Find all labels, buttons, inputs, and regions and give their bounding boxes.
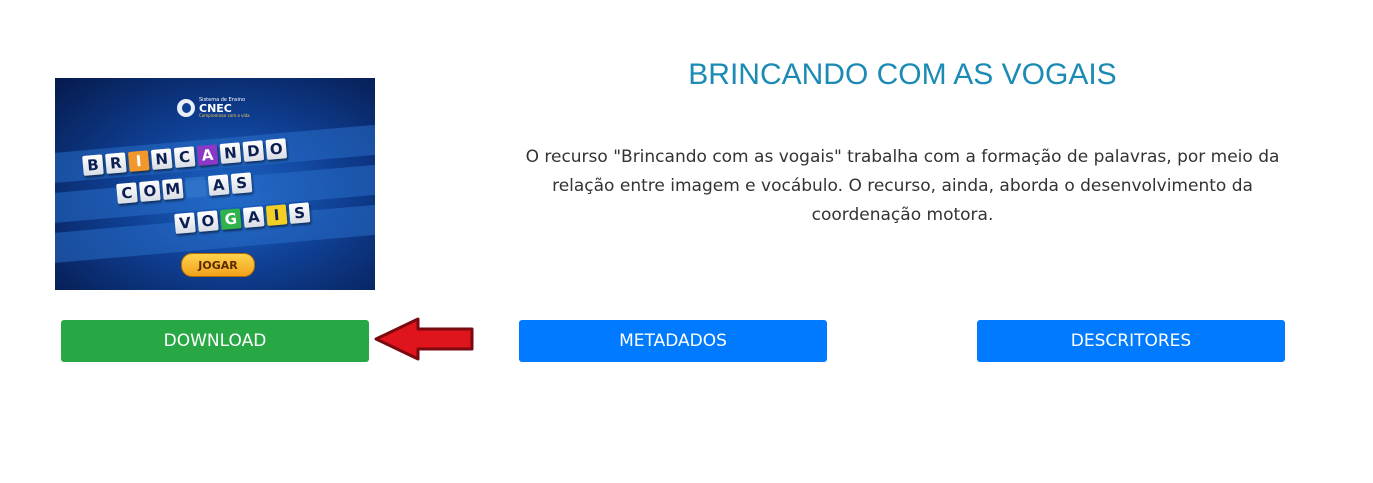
letter-tile: V xyxy=(174,212,196,234)
arrow-left-icon xyxy=(374,317,474,361)
cnec-logo: Sistema de Ensino CNEC Compromisso com a… xyxy=(177,98,250,118)
resource-title: BRINCANDO COM AS VOGAIS xyxy=(688,58,1117,91)
descriptors-button[interactable]: DESCRITORES xyxy=(977,320,1285,362)
metadata-button[interactable]: METADADOS xyxy=(519,320,827,362)
logo-tagline: Compromisso com a vida xyxy=(199,113,250,118)
resource-description: O recurso "Brincando com as vogais" trab… xyxy=(525,147,1280,225)
play-button[interactable]: JOGAR xyxy=(181,253,255,277)
letter-tile: C xyxy=(173,146,196,168)
letter-tile: I xyxy=(265,204,288,226)
letter-tile: C xyxy=(116,182,138,204)
letter-tile: A xyxy=(242,206,265,228)
letter-tile: S xyxy=(288,202,311,224)
resource-thumbnail[interactable]: Sistema de Ensino CNEC Compromisso com a… xyxy=(55,78,375,290)
letter-tile: S xyxy=(230,172,253,194)
letter-tile: N xyxy=(219,142,242,164)
letter-tile: I xyxy=(127,150,150,172)
letter-tile: R xyxy=(105,152,127,174)
letter-tile: O xyxy=(265,138,288,160)
letter-tile: O xyxy=(139,180,161,202)
letter-tile: A xyxy=(207,174,230,196)
letter-tile: B xyxy=(82,154,104,176)
letter-tile: M xyxy=(161,178,184,200)
letter-tile: D xyxy=(242,140,265,162)
letter-tile: G xyxy=(219,208,242,230)
cnec-logo-icon xyxy=(177,99,195,117)
letter-tile: A xyxy=(196,144,219,166)
download-button[interactable]: DOWNLOAD xyxy=(61,320,369,362)
letter-tile: N xyxy=(150,148,173,170)
blank-tile xyxy=(184,176,207,198)
letter-tile: O xyxy=(197,210,219,232)
